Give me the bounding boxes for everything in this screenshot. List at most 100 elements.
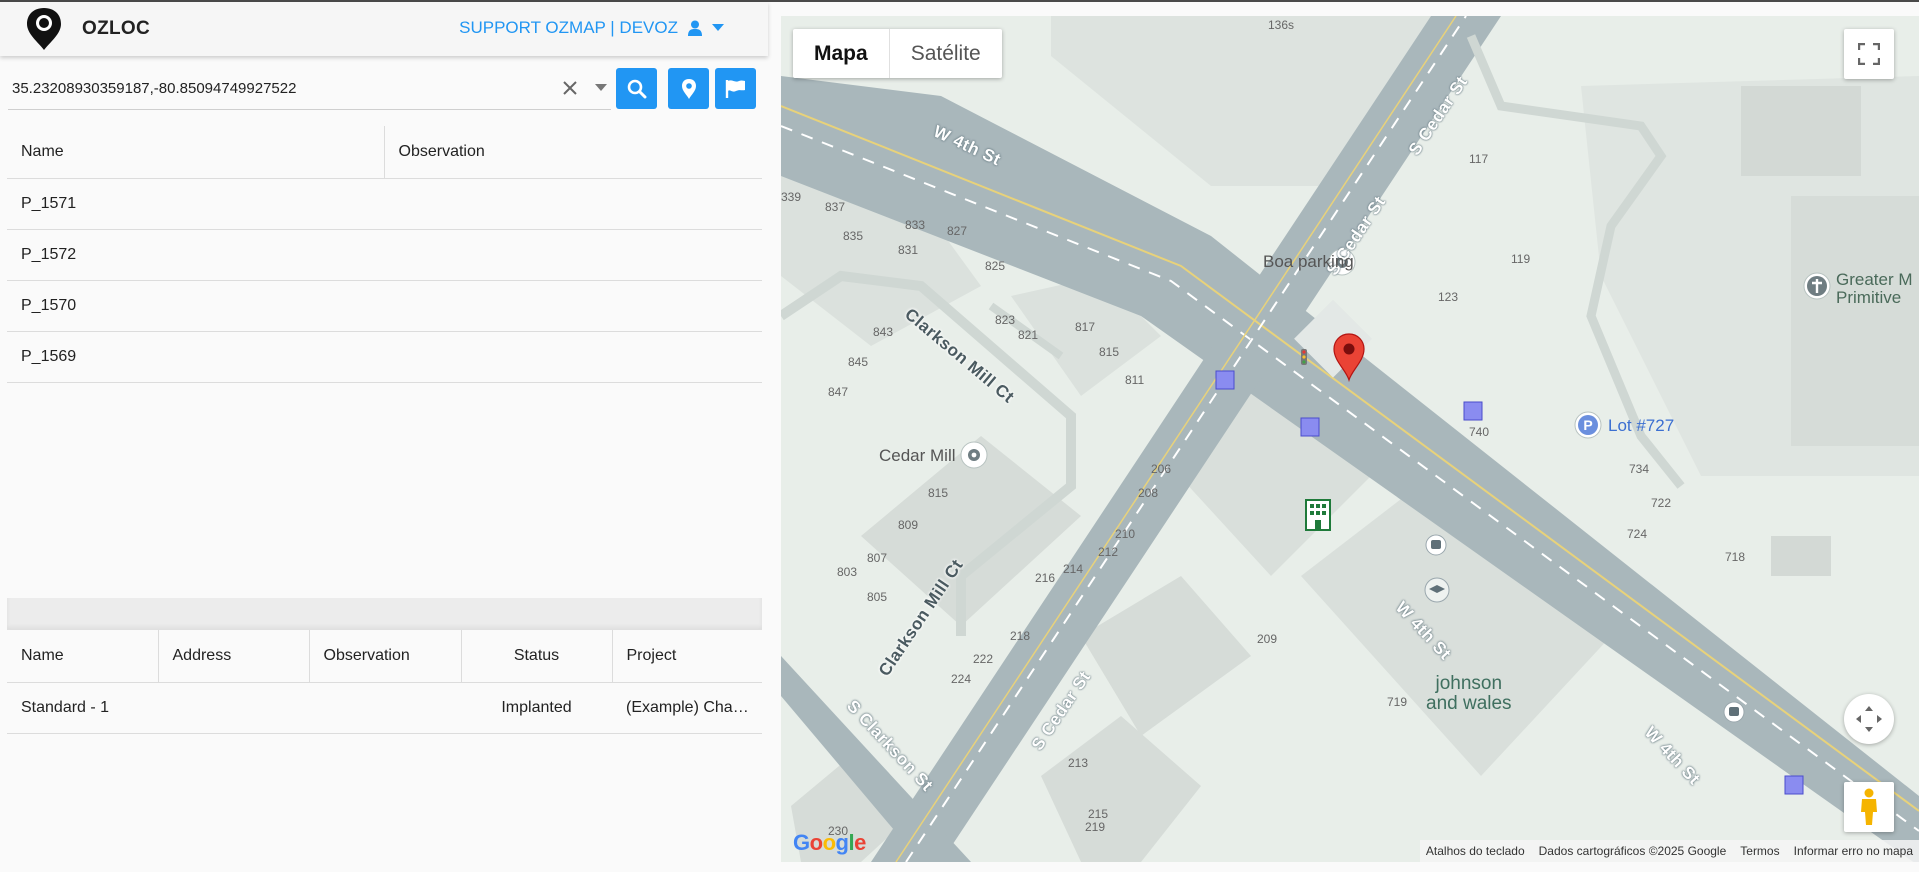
- building-number: 847: [828, 385, 849, 399]
- street-view-pegman[interactable]: [1844, 782, 1894, 832]
- column-header-name[interactable]: Name: [7, 630, 159, 683]
- project-row-address: [158, 682, 309, 734]
- chevron-down-icon[interactable]: [594, 82, 608, 94]
- column-header-address[interactable]: Address: [158, 630, 310, 683]
- app-name: OZLOC: [82, 18, 150, 39]
- building-number: 734: [1629, 462, 1650, 476]
- camera-control-button[interactable]: [1844, 694, 1894, 744]
- pegman-icon: [1861, 788, 1877, 825]
- table-row[interactable]: P_1572: [7, 229, 762, 281]
- building-number: 218: [1010, 629, 1031, 643]
- project-row-name: Standard - 1: [7, 682, 158, 734]
- school-line-2: and wales: [1426, 693, 1512, 714]
- point-observation: [384, 178, 762, 230]
- map-view[interactable]: P W 4th St W 4th St W 4th St S Cedar St …: [781, 16, 1919, 862]
- app-logo-icon: [27, 8, 61, 50]
- building-number: 222: [973, 652, 994, 666]
- building-number: 803: [837, 565, 858, 579]
- table-row[interactable]: P_1571: [7, 178, 762, 230]
- building-number: 224: [951, 672, 972, 686]
- building-number: 213: [1068, 756, 1089, 770]
- report-error-link[interactable]: Informar erro no mapa: [1794, 844, 1913, 858]
- column-header-observation[interactable]: Observation: [309, 630, 462, 683]
- search-icon: [627, 79, 646, 98]
- map-type-control: Mapa Satélite: [793, 29, 1002, 78]
- projects-table: Name Address Observation Status Project …: [7, 630, 762, 734]
- project-row-status: Implanted: [461, 682, 612, 734]
- keyboard-shortcuts-link[interactable]: Atalhos do teclado: [1426, 844, 1525, 858]
- building-number: 123: [1438, 290, 1459, 304]
- building-number: 821: [1018, 328, 1039, 342]
- fullscreen-button[interactable]: [1844, 29, 1894, 79]
- building-number: 208: [1138, 486, 1159, 500]
- building-number: 833: [905, 218, 926, 232]
- building-number: 719: [1387, 695, 1408, 709]
- column-header-name[interactable]: Name: [7, 126, 385, 179]
- building-number: 823: [995, 313, 1016, 327]
- fullscreen-icon: [1858, 43, 1880, 65]
- poi-label-greater-m[interactable]: Greater M: [1836, 270, 1913, 290]
- point-name: P_1569: [7, 331, 384, 383]
- map-pin-icon: [681, 78, 696, 99]
- flag-icon: [725, 79, 745, 98]
- table-row[interactable]: Standard - 1 Implanted (Example) Cha…: [7, 682, 762, 734]
- locate-button[interactable]: [668, 68, 709, 109]
- poi-label-cedar-mill[interactable]: Cedar Mill: [879, 446, 956, 466]
- panel-resize-divider[interactable]: [7, 598, 762, 630]
- building-number: 817: [1075, 320, 1096, 334]
- search-row: [0, 66, 768, 110]
- close-icon[interactable]: [560, 78, 580, 98]
- points-table-header: Name Observation: [7, 126, 762, 179]
- user-icon: [688, 20, 702, 36]
- poi-label-boa-parking[interactable]: Boa parking: [1263, 252, 1354, 272]
- building-number: 831: [898, 243, 919, 257]
- coordinate-search-input[interactable]: [12, 76, 552, 100]
- building-number: 837: [825, 200, 846, 214]
- building-number: 206: [1151, 462, 1172, 476]
- building-number: 339: [781, 190, 802, 204]
- building-number: 209: [1257, 632, 1278, 646]
- poi-label-lot-727[interactable]: Lot #727: [1608, 416, 1674, 436]
- building-number: 805: [867, 590, 888, 604]
- map-tab-satelite[interactable]: Satélite: [890, 29, 1002, 78]
- table-row[interactable]: P_1569: [7, 331, 762, 383]
- map-tab-mapa[interactable]: Mapa: [793, 29, 890, 78]
- svg-text:P: P: [1583, 417, 1592, 433]
- column-header-project[interactable]: Project: [612, 630, 762, 683]
- project-row-project: (Example) Cha…: [612, 682, 762, 734]
- user-label: SUPPORT OZMAP | DEVOZ: [459, 18, 678, 37]
- building-number: 724: [1627, 527, 1648, 541]
- building-number: 215: [1088, 807, 1109, 821]
- building-number: 827: [947, 224, 968, 238]
- building-number: 219: [1085, 820, 1106, 834]
- building-number: 815: [928, 486, 949, 500]
- poi-label-johnson-and-wales[interactable]: johnson and wales: [1426, 674, 1512, 714]
- building-number: 740: [1469, 425, 1490, 439]
- terms-link[interactable]: Termos: [1740, 844, 1779, 858]
- poi-label-primitive[interactable]: Primitive: [1836, 288, 1901, 308]
- building-number: 718: [1725, 550, 1746, 564]
- building-number: 119: [1511, 252, 1531, 266]
- building-number: 212: [1098, 545, 1119, 559]
- search-field: [8, 66, 611, 110]
- building-number: 835: [843, 229, 864, 243]
- column-header-observation[interactable]: Observation: [384, 126, 762, 179]
- point-observation: [384, 280, 762, 332]
- search-button[interactable]: [616, 68, 657, 109]
- building-number: 117: [1469, 152, 1489, 166]
- building-number: 136s: [1268, 18, 1295, 32]
- point-name: P_1572: [7, 229, 384, 281]
- building-number: 722: [1651, 496, 1672, 510]
- map-data-credit: Dados cartográficos ©2025 Google: [1538, 844, 1727, 858]
- building-number: 210: [1115, 527, 1136, 541]
- flag-button[interactable]: [715, 68, 756, 109]
- column-header-status[interactable]: Status: [461, 630, 613, 683]
- left-panel: OZLOC SUPPORT OZMAP | DEVOZ 35.232089303…: [0, 2, 768, 872]
- building-number: 214: [1063, 562, 1084, 576]
- point-observation: [384, 331, 762, 383]
- building-number: 809: [898, 518, 919, 532]
- building-number: 216: [1035, 571, 1056, 585]
- user-menu[interactable]: SUPPORT OZMAP | DEVOZ: [459, 18, 724, 38]
- table-row[interactable]: P_1570: [7, 280, 762, 332]
- point-name: P_1571: [7, 178, 384, 230]
